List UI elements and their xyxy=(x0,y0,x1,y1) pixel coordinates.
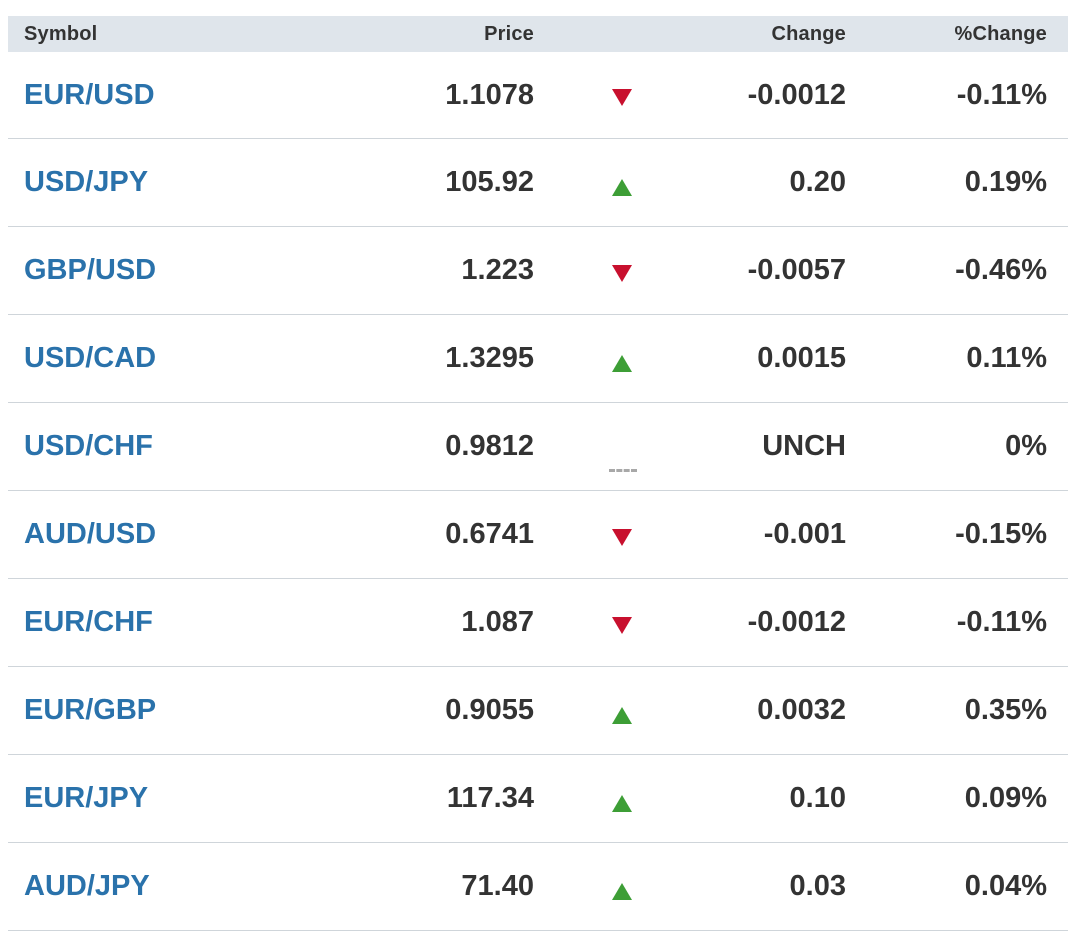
pct-change-cell: 0% xyxy=(1005,430,1047,462)
column-header-symbol: Symbol xyxy=(24,22,98,45)
unchanged-dash-icon xyxy=(609,468,637,472)
direction-cell xyxy=(534,315,710,402)
symbol-cell: EUR/CHF xyxy=(8,606,308,639)
table-row: USD/JPY 105.92 0.20 0.19% xyxy=(8,139,1068,227)
change-cell: 0.03 xyxy=(789,870,846,902)
pct-change-cell: 0.11% xyxy=(966,342,1047,374)
direction-cell xyxy=(534,843,710,930)
symbol-link[interactable]: EUR/CHF xyxy=(24,606,153,638)
symbol-cell: USD/CHF xyxy=(8,430,308,463)
change-cell: -0.001 xyxy=(763,518,846,550)
pct-change-cell: -0.11% xyxy=(956,606,1047,638)
direction-cell xyxy=(534,667,710,754)
symbol-link[interactable]: AUD/USD xyxy=(24,518,156,550)
currency-quote-table: Symbol Price Change %Change EUR/USD 1.107… xyxy=(8,16,1068,931)
symbol-link[interactable]: AUD/JPY xyxy=(24,870,150,902)
symbol-link[interactable]: USD/CHF xyxy=(24,430,153,462)
symbol-cell: EUR/JPY xyxy=(8,782,308,815)
price-cell: 1.223 xyxy=(461,254,534,286)
symbol-link[interactable]: EUR/GBP xyxy=(24,694,156,726)
change-cell: 0.0015 xyxy=(757,342,846,374)
column-header-pct-change: %Change xyxy=(954,22,1047,45)
arrow-down-icon xyxy=(612,89,632,106)
price-cell: 0.9812 xyxy=(445,430,534,462)
symbol-link[interactable]: GBP/USD xyxy=(24,254,156,286)
price-cell: 71.40 xyxy=(461,870,534,902)
symbol-cell: USD/CAD xyxy=(8,342,308,375)
table-row: EUR/JPY 117.34 0.10 0.09% xyxy=(8,755,1068,843)
symbol-link[interactable]: USD/CAD xyxy=(24,342,156,374)
symbol-cell: AUD/USD xyxy=(8,518,308,551)
pct-change-cell: 0.09% xyxy=(964,782,1047,814)
symbol-cell: AUD/JPY xyxy=(8,870,308,903)
pct-change-cell: 0.04% xyxy=(964,870,1047,902)
arrow-up-icon xyxy=(612,706,632,724)
arrow-down-icon xyxy=(612,264,632,282)
column-header-change: Change xyxy=(771,22,846,45)
table-row: EUR/CHF 1.087 -0.0012 -0.11% xyxy=(8,579,1068,667)
arrow-down-icon xyxy=(612,528,632,546)
arrow-down-icon xyxy=(612,616,632,634)
arrow-up-icon xyxy=(612,794,632,812)
change-cell: -0.0012 xyxy=(747,606,846,638)
table-row: AUD/USD 0.6741 -0.001 -0.15% xyxy=(8,491,1068,579)
table-row: GBP/USD 1.223 -0.0057 -0.46% xyxy=(8,227,1068,315)
price-cell: 105.92 xyxy=(445,166,534,198)
pct-change-cell: -0.11% xyxy=(956,78,1047,111)
change-cell: -0.0057 xyxy=(747,254,846,286)
table-row: USD/CHF 0.9812 UNCH 0% xyxy=(8,403,1068,491)
pct-change-cell: -0.46% xyxy=(955,254,1047,286)
direction-cell xyxy=(534,579,710,666)
column-header-price: Price xyxy=(484,22,534,45)
change-cell: 0.20 xyxy=(789,166,846,198)
direction-cell xyxy=(534,227,710,314)
symbol-link[interactable]: USD/JPY xyxy=(24,166,148,198)
arrow-up-icon xyxy=(612,354,632,372)
table-row: USD/CAD 1.3295 0.0015 0.11% xyxy=(8,315,1068,403)
change-cell: UNCH xyxy=(762,430,846,462)
symbol-cell: EUR/USD xyxy=(8,79,308,112)
change-cell: -0.0012 xyxy=(747,78,846,111)
arrow-up-icon xyxy=(612,178,632,196)
pct-change-cell: -0.15% xyxy=(955,518,1047,550)
table-body: EUR/USD 1.1078 -0.0012 -0.11% USD/JPY 105.92 0… xyxy=(8,52,1068,931)
table-header: Symbol Price Change %Change xyxy=(8,16,1068,52)
arrow-up-icon xyxy=(612,882,632,900)
direction-cell xyxy=(534,139,710,226)
symbol-link[interactable]: EUR/USD xyxy=(24,79,155,111)
table-row: AUD/JPY 71.40 0.03 0.04% xyxy=(8,843,1068,931)
pct-change-cell: 0.35% xyxy=(964,694,1047,726)
symbol-link[interactable]: EUR/JPY xyxy=(24,782,148,814)
price-cell: 117.34 xyxy=(446,782,534,814)
direction-cell xyxy=(534,403,710,490)
direction-cell xyxy=(534,52,710,138)
table-row: EUR/USD 1.1078 -0.0012 -0.11% xyxy=(8,52,1068,139)
change-cell: 0.0032 xyxy=(757,694,846,726)
symbol-cell: USD/JPY xyxy=(8,166,308,199)
price-cell: 1.1078 xyxy=(445,78,534,111)
change-cell: 0.10 xyxy=(789,782,846,814)
direction-cell xyxy=(534,491,710,578)
price-cell: 0.9055 xyxy=(445,694,534,726)
pct-change-cell: 0.19% xyxy=(964,166,1047,198)
symbol-cell: GBP/USD xyxy=(8,254,308,287)
price-cell: 1.087 xyxy=(461,606,534,638)
symbol-cell: EUR/GBP xyxy=(8,694,308,727)
column-header-direction xyxy=(534,16,710,52)
direction-cell xyxy=(534,755,710,842)
table-row: EUR/GBP 0.9055 0.0032 0.35% xyxy=(8,667,1068,755)
price-cell: 1.3295 xyxy=(445,342,534,374)
price-cell: 0.6741 xyxy=(445,518,534,550)
